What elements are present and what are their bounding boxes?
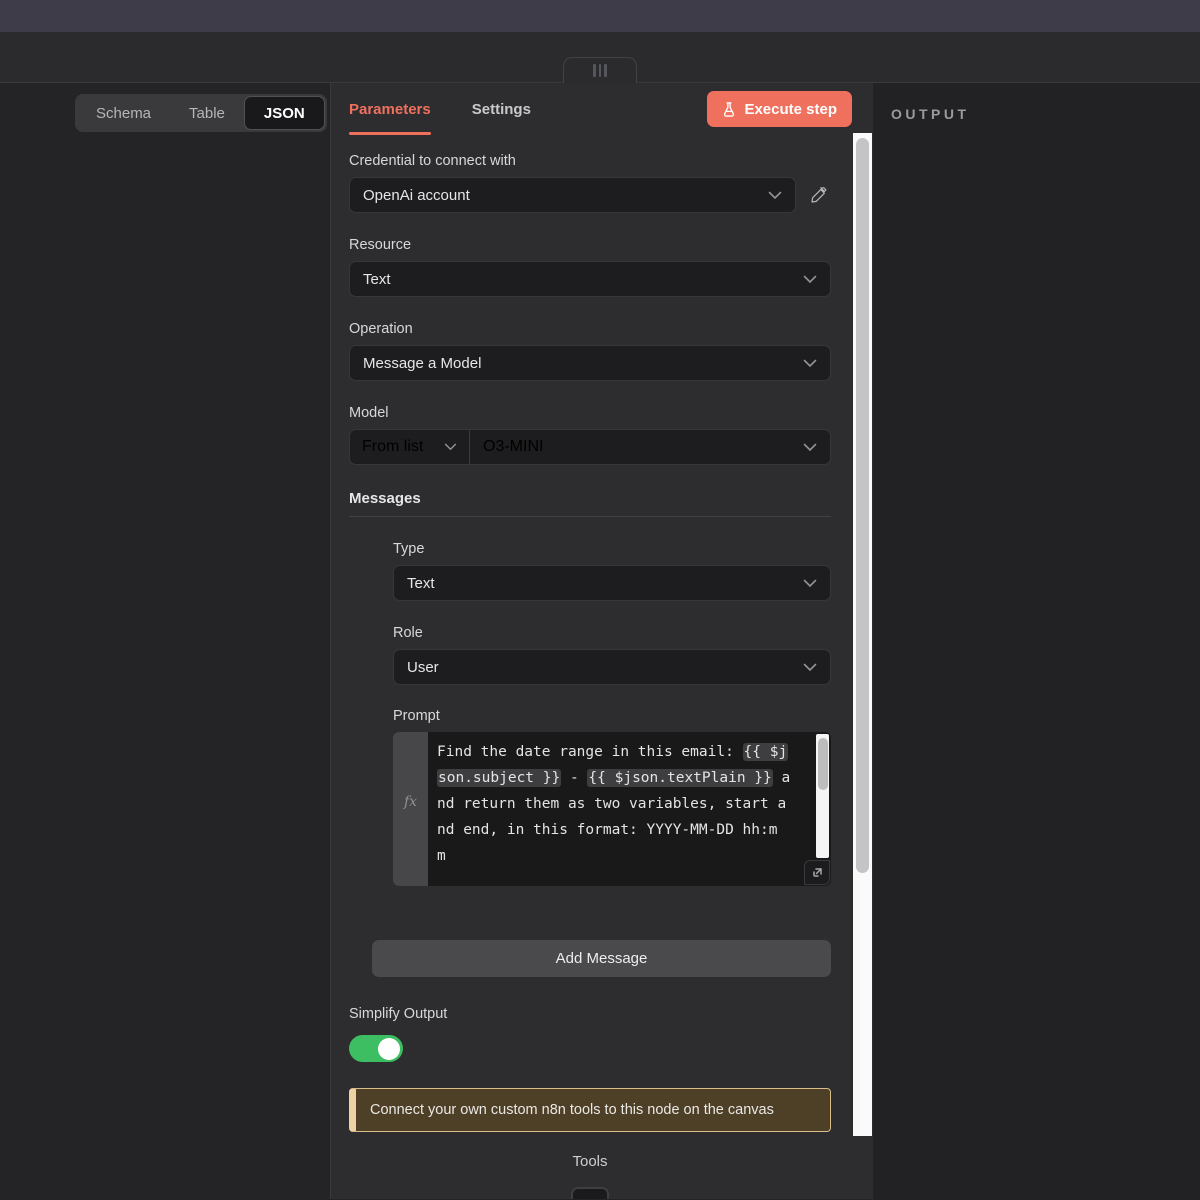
model-source-value: From list — [362, 438, 423, 456]
pencil-icon — [810, 187, 827, 204]
chevron-down-icon — [803, 579, 817, 588]
chevron-down-icon — [444, 443, 457, 451]
model-source-select[interactable]: From list — [350, 430, 470, 464]
model-field: From list O3-MINI — [349, 429, 831, 465]
input-panel: Schema Table JSON — [0, 83, 330, 1199]
tab-table[interactable]: Table — [170, 96, 244, 130]
expression-gutter: fx — [393, 732, 428, 886]
add-message-button[interactable]: Add Message — [372, 940, 831, 977]
role-label: Role — [393, 625, 831, 641]
tools-section-title: Tools — [349, 1153, 831, 1170]
tools-notice: Connect your own custom n8n tools to thi… — [349, 1088, 831, 1132]
add-tool-connector[interactable] — [571, 1187, 609, 1199]
node-settings-panel: Parameters Settings Execute step Credent… — [330, 83, 873, 1199]
parameters-scrollbar[interactable] — [853, 133, 872, 1136]
operation-value: Message a Model — [363, 355, 481, 372]
expand-expression-button[interactable] — [804, 860, 830, 885]
input-view-switcher: Schema Table JSON — [75, 94, 327, 132]
role-value: User — [407, 659, 439, 676]
resource-select[interactable]: Text — [349, 261, 831, 297]
execute-step-label: Execute step — [744, 101, 837, 118]
operation-label: Operation — [349, 321, 831, 337]
type-select[interactable]: Text — [393, 565, 831, 601]
resource-value: Text — [363, 271, 391, 288]
scrollbar-thumb[interactable] — [856, 138, 869, 873]
node-settings-header: Parameters Settings Execute step — [331, 83, 873, 135]
resource-label: Resource — [349, 237, 831, 253]
chevron-down-icon — [803, 359, 817, 368]
type-label: Type — [393, 541, 831, 557]
role-select[interactable]: User — [393, 649, 831, 685]
prompt-text[interactable]: Find the date range in this email: {{ $j… — [428, 732, 831, 886]
simplify-output-label: Simplify Output — [349, 1006, 831, 1022]
panel-header-bar — [0, 32, 1200, 83]
model-label: Model — [349, 405, 831, 421]
model-value: O3-MINI — [483, 438, 543, 456]
prompt-scrollbar-thumb[interactable] — [818, 738, 828, 790]
simplify-output-toggle[interactable] — [349, 1035, 403, 1062]
toggle-knob — [378, 1038, 400, 1060]
output-panel-title: OUTPUT — [891, 106, 1200, 122]
credential-label: Credential to connect with — [349, 153, 831, 169]
output-panel: OUTPUT — [873, 83, 1200, 1199]
edit-credential-button[interactable] — [805, 182, 831, 208]
drag-handle[interactable] — [563, 57, 637, 83]
prompt-scrollbar[interactable] — [816, 734, 829, 858]
chevron-down-icon — [803, 663, 817, 672]
section-divider — [349, 516, 831, 517]
type-value: Text — [407, 575, 435, 592]
flask-icon — [722, 102, 736, 117]
credential-select[interactable]: OpenAi account — [349, 177, 796, 213]
grip-icon — [593, 64, 607, 77]
app-top-bar — [0, 0, 1200, 32]
prompt-label: Prompt — [393, 708, 831, 724]
ndv-content: Schema Table JSON Parameters Settings Ex… — [0, 83, 1200, 1199]
tab-settings[interactable]: Settings — [472, 83, 531, 135]
operation-select[interactable]: Message a Model — [349, 345, 831, 381]
tab-json[interactable]: JSON — [244, 96, 325, 130]
parameters-body: Credential to connect with OpenAi accoun… — [331, 135, 873, 1199]
expand-icon — [811, 866, 824, 879]
model-select[interactable]: O3-MINI — [470, 430, 830, 464]
tab-schema[interactable]: Schema — [77, 96, 170, 130]
prompt-editor[interactable]: fx Find the date range in this email: {{… — [393, 732, 831, 886]
chevron-down-icon — [803, 443, 817, 452]
fx-icon: fx — [404, 794, 417, 886]
messages-section-title: Messages — [349, 490, 831, 507]
tab-parameters[interactable]: Parameters — [349, 83, 431, 135]
chevron-down-icon — [803, 275, 817, 284]
execute-step-button[interactable]: Execute step — [707, 91, 852, 127]
credential-value: OpenAi account — [363, 187, 470, 204]
chevron-down-icon — [768, 191, 782, 200]
